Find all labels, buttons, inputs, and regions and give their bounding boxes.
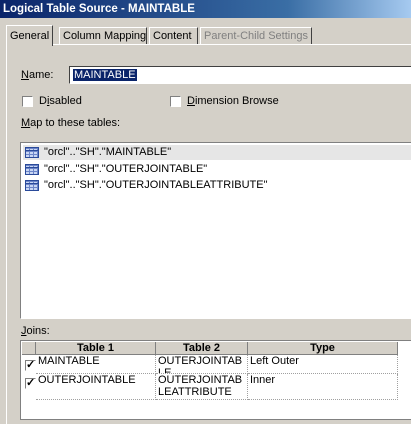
name-input-value: MAINTABLE <box>73 69 137 81</box>
name-input[interactable]: MAINTABLE <box>69 66 411 84</box>
join-type-cell[interactable]: Inner <box>248 374 398 400</box>
joins-grid: Table 1 Table 2 Type MAINTABLE OUTERJOIN… <box>20 340 411 420</box>
tab-general[interactable]: General <box>6 25 53 46</box>
name-label: Name: <box>21 69 54 81</box>
join-table1-cell[interactable]: MAINTABLE <box>36 355 156 374</box>
list-item[interactable]: "orcl".."SH"."MAINTABLE" <box>23 145 411 160</box>
join-row-checkbox[interactable] <box>25 376 36 389</box>
join-type-cell[interactable]: Left Outer <box>248 355 398 374</box>
mapped-tables-list[interactable]: "orcl".."SH"."MAINTABLE" "orcl".."SH"."O… <box>20 142 411 319</box>
grid-corner <box>22 342 36 355</box>
table-icon <box>25 164 39 175</box>
table-icon <box>25 147 39 158</box>
tab-parent-child-settings: Parent-Child Settings <box>200 27 312 44</box>
column-header-type[interactable]: Type <box>248 342 398 355</box>
tab-column-mapping[interactable]: Column Mapping <box>59 27 147 44</box>
dimension-browse-checkbox[interactable] <box>170 96 181 107</box>
column-header-table1[interactable]: Table 1 <box>36 342 156 355</box>
join-row-checkbox[interactable] <box>25 358 36 371</box>
join-table2-cell[interactable]: OUTERJOINTABLE <box>156 355 248 374</box>
window-title: Logical Table Source - MAINTABLE <box>0 0 411 18</box>
disabled-label: Disabled <box>39 95 82 107</box>
join-table2-cell[interactable]: OUTERJOINTABLEATTRIBUTE <box>156 374 248 400</box>
tab-content[interactable]: Content <box>149 27 198 44</box>
dimension-browse-label: Dimension Browse <box>187 95 279 107</box>
join-table1-cell[interactable]: OUTERJOINTABLE <box>36 374 156 400</box>
table-icon <box>25 180 39 191</box>
disabled-checkbox[interactable] <box>22 96 33 107</box>
map-tables-label: Map to these tables: <box>21 117 121 129</box>
joins-label: Joins: <box>21 325 50 337</box>
list-item[interactable]: "orcl".."SH"."OUTERJOINTABLEATTRIBUTE" <box>23 178 411 193</box>
list-item[interactable]: "orcl".."SH"."OUTERJOINTABLE" <box>23 162 411 177</box>
column-header-table2[interactable]: Table 2 <box>156 342 248 355</box>
